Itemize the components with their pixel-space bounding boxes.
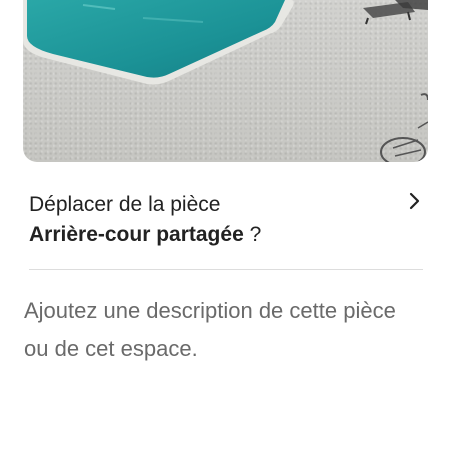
- divider: [29, 269, 423, 270]
- move-room-row[interactable]: Déplacer de la pièce Arrière-cour partag…: [29, 190, 423, 254]
- chevron-right-icon: [409, 192, 420, 210]
- current-room-name: Arrière-cour partagée: [29, 223, 244, 246]
- room-photo[interactable]: [23, 0, 428, 162]
- room-photo-page: Déplacer de la pièce Arrière-cour partag…: [0, 0, 450, 450]
- question-mark: ?: [243, 223, 262, 246]
- pool-image: [23, 0, 428, 162]
- move-room-label: Déplacer de la pièce: [29, 193, 221, 216]
- description-input[interactable]: Ajoutez une description de cette pièce o…: [24, 292, 424, 368]
- current-room-text: Arrière-cour partagée ?: [29, 220, 423, 250]
